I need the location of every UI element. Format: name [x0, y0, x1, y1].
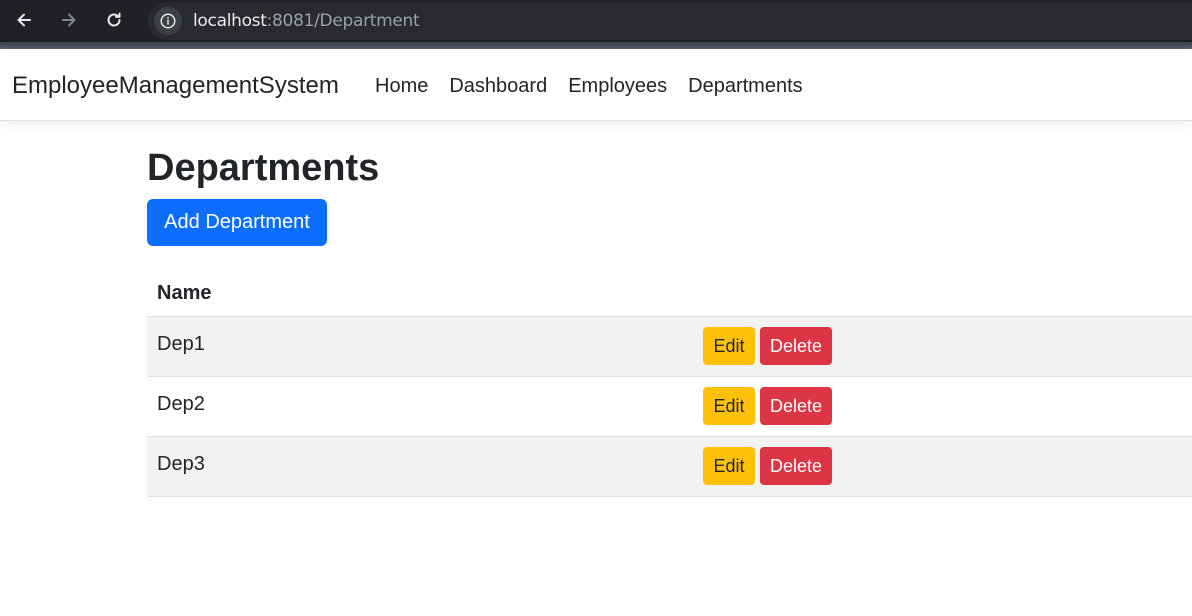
row-actions: Edit Delete — [703, 387, 832, 425]
delete-button[interactable]: Delete — [760, 327, 832, 365]
nav-link-departments[interactable]: Departments — [688, 74, 803, 98]
navbar-brand[interactable]: EmployeeManagementSystem — [12, 72, 339, 100]
reload-button[interactable] — [100, 6, 128, 34]
column-header-label: Name — [157, 282, 212, 304]
browser-toolbar: localhost:8081/Department — [0, 0, 1192, 49]
delete-button[interactable]: Delete — [760, 447, 832, 485]
forward-button[interactable] — [55, 6, 83, 34]
edit-button[interactable]: Edit — [703, 447, 755, 485]
edit-button[interactable]: Edit — [703, 387, 755, 425]
department-name: Dep3 — [157, 453, 205, 475]
add-department-button[interactable]: Add Department — [147, 199, 327, 246]
page-title: Departments — [147, 147, 380, 189]
url-text: localhost:8081/Department — [193, 11, 420, 31]
nav-link-dashboard[interactable]: Dashboard — [449, 74, 547, 98]
reload-icon — [107, 12, 121, 27]
info-icon — [160, 13, 176, 29]
column-header-name: Name — [147, 270, 1192, 317]
delete-button[interactable]: Delete — [760, 387, 832, 425]
table-row: Dep3 Edit Delete — [147, 437, 1192, 497]
site-info-button[interactable] — [154, 7, 182, 35]
table-row: Dep2 Edit Delete — [147, 377, 1192, 437]
app-navbar: EmployeeManagementSystem Home Dashboard … — [0, 49, 1192, 121]
back-arrow-icon — [17, 13, 31, 27]
nav-links: Home Dashboard Employees Departments — [375, 74, 824, 98]
department-name: Dep1 — [157, 333, 205, 355]
back-button[interactable] — [10, 6, 38, 34]
url-path: :8081/Department — [266, 11, 420, 31]
nav-link-home[interactable]: Home — [375, 74, 428, 98]
row-actions: Edit Delete — [703, 327, 832, 365]
address-bar[interactable]: localhost:8081/Department — [148, 2, 1192, 40]
table-row: Dep1 Edit Delete — [147, 317, 1192, 377]
nav-link-employees[interactable]: Employees — [568, 74, 667, 98]
url-host: localhost — [193, 11, 267, 31]
forward-arrow-icon — [62, 13, 76, 27]
department-name: Dep2 — [157, 393, 205, 415]
edit-button[interactable]: Edit — [703, 327, 755, 365]
departments-table: Name Dep1 Edit Delete Dep2 Edit Delete D… — [147, 270, 1192, 497]
row-actions: Edit Delete — [703, 447, 832, 485]
